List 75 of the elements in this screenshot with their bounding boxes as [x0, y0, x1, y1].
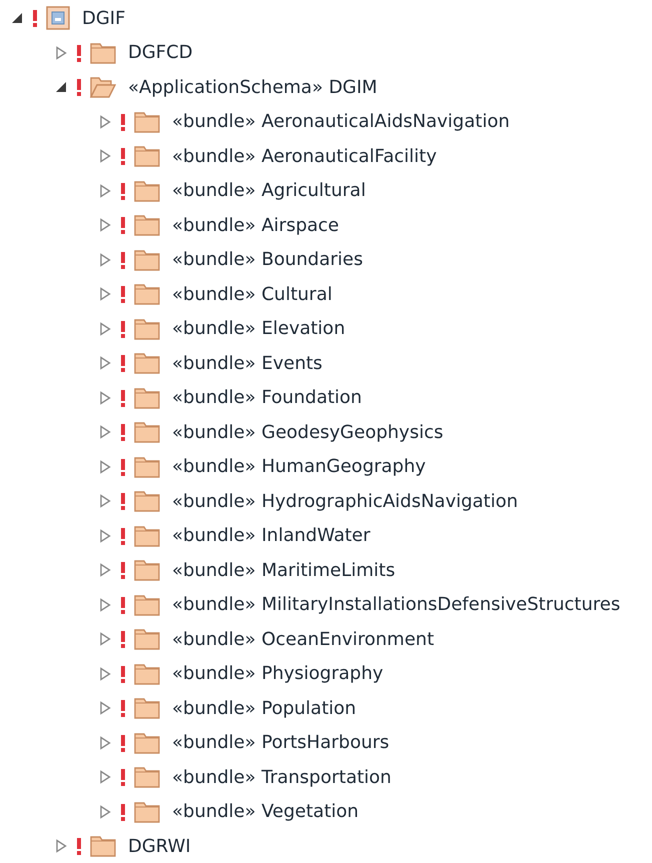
model-icon: [46, 6, 70, 30]
tree-item-label[interactable]: «ApplicationSchema» DGIM: [128, 74, 378, 101]
collapsed-caret-icon[interactable]: [98, 632, 112, 646]
folder-icon: [134, 144, 160, 168]
tree-item-label[interactable]: «bundle» Physiography: [172, 660, 384, 688]
folder-icon: [134, 524, 160, 548]
collapsed-caret-icon[interactable]: [98, 598, 112, 612]
tree-item-label[interactable]: «bundle» MilitaryInstallationsDefensiveStructures: [172, 591, 620, 618]
folder-icon: [134, 730, 160, 755]
tree-item-label[interactable]: DGRWI: [128, 832, 191, 860]
folder-icon: [134, 316, 160, 341]
tree-item-label[interactable]: «bundle» Agricultural: [172, 177, 366, 204]
folder-icon: [134, 627, 160, 652]
folder-icon: [134, 178, 160, 203]
expanded-caret-icon[interactable]: [10, 11, 24, 26]
folder-icon: [134, 351, 160, 376]
open-folder-icon: [90, 75, 116, 100]
folder-icon: [134, 592, 160, 617]
tree-item-label[interactable]: «bundle» Airspace: [172, 212, 340, 239]
collapsed-caret-icon[interactable]: [98, 528, 112, 543]
folder-icon: [134, 662, 160, 686]
tree-item-label[interactable]: «bundle» OceanEnvironment: [172, 626, 434, 653]
expanded-caret-icon[interactable]: [54, 80, 68, 94]
collapsed-caret-icon[interactable]: [98, 390, 112, 405]
folder-icon: [134, 454, 160, 479]
tree-item-label[interactable]: «bundle» Boundaries: [172, 246, 363, 274]
tree-item-label[interactable]: «bundle» AeronauticalFacility: [172, 142, 437, 170]
collapsed-caret-icon[interactable]: [98, 287, 112, 302]
collapsed-caret-icon[interactable]: [98, 460, 112, 474]
collapsed-caret-icon[interactable]: [98, 356, 112, 370]
collapsed-caret-icon[interactable]: [98, 804, 112, 819]
collapsed-caret-icon[interactable]: [98, 563, 112, 578]
folder-icon: [134, 558, 160, 582]
collapsed-caret-icon[interactable]: [98, 736, 112, 750]
tree-item-label[interactable]: «bundle» Vegetation: [172, 798, 359, 826]
collapsed-caret-icon[interactable]: [98, 184, 112, 198]
tree-item-label[interactable]: «bundle» HydrographicAidsNavigation: [172, 488, 518, 515]
tree-item-label[interactable]: «bundle» InlandWater: [172, 522, 370, 550]
tree-item-label[interactable]: «bundle» Transportation: [172, 764, 392, 791]
collapsed-caret-icon[interactable]: [54, 46, 68, 60]
tree-item-label[interactable]: «bundle» AeronauticalAidsNavigation: [172, 108, 510, 136]
tree-item-label[interactable]: «bundle» HumanGeography: [172, 453, 426, 480]
collapsed-caret-icon[interactable]: [98, 425, 112, 440]
collapsed-caret-icon[interactable]: [98, 494, 112, 508]
collapsed-caret-icon[interactable]: [98, 666, 112, 681]
tree-item-label[interactable]: «bundle» Population: [172, 694, 356, 722]
tree-item-label[interactable]: DGFCD: [128, 39, 193, 66]
collapsed-caret-icon[interactable]: [98, 770, 112, 784]
folder-icon: [134, 800, 160, 824]
tree-item-label[interactable]: «bundle» Events: [172, 350, 322, 377]
collapsed-caret-icon[interactable]: [98, 218, 112, 232]
tree-item-label[interactable]: «bundle» Foundation: [172, 384, 362, 412]
folder-icon: [134, 282, 160, 306]
collapsed-caret-icon[interactable]: [54, 839, 68, 854]
tree-item-label[interactable]: «bundle» Elevation: [172, 315, 346, 342]
collapsed-caret-icon[interactable]: [98, 149, 112, 164]
collapsed-caret-icon[interactable]: [98, 701, 112, 716]
collapsed-caret-icon[interactable]: [98, 322, 112, 336]
collapsed-caret-icon[interactable]: [98, 114, 112, 129]
tree-item-label[interactable]: «bundle» PortsHarbours: [172, 729, 390, 756]
folder-icon: [134, 110, 160, 134]
tree-item-label[interactable]: «bundle» Cultural: [172, 280, 332, 308]
folder-icon: [134, 765, 160, 790]
folder-icon: [134, 420, 160, 444]
folder-icon: [134, 489, 160, 514]
folder-icon: [134, 248, 160, 272]
folder-icon: [134, 386, 160, 410]
folder-icon: [90, 40, 116, 65]
tree-item-label[interactable]: «bundle» GeodesyGeophysics: [172, 418, 444, 446]
folder-icon: [134, 696, 160, 720]
collapsed-caret-icon[interactable]: [98, 252, 112, 267]
folder-icon: [90, 834, 116, 858]
tree-item-label[interactable]: «bundle» MaritimeLimits: [172, 556, 396, 584]
folder-icon: [134, 213, 160, 238]
tree-item-label[interactable]: DGIF: [82, 4, 126, 32]
